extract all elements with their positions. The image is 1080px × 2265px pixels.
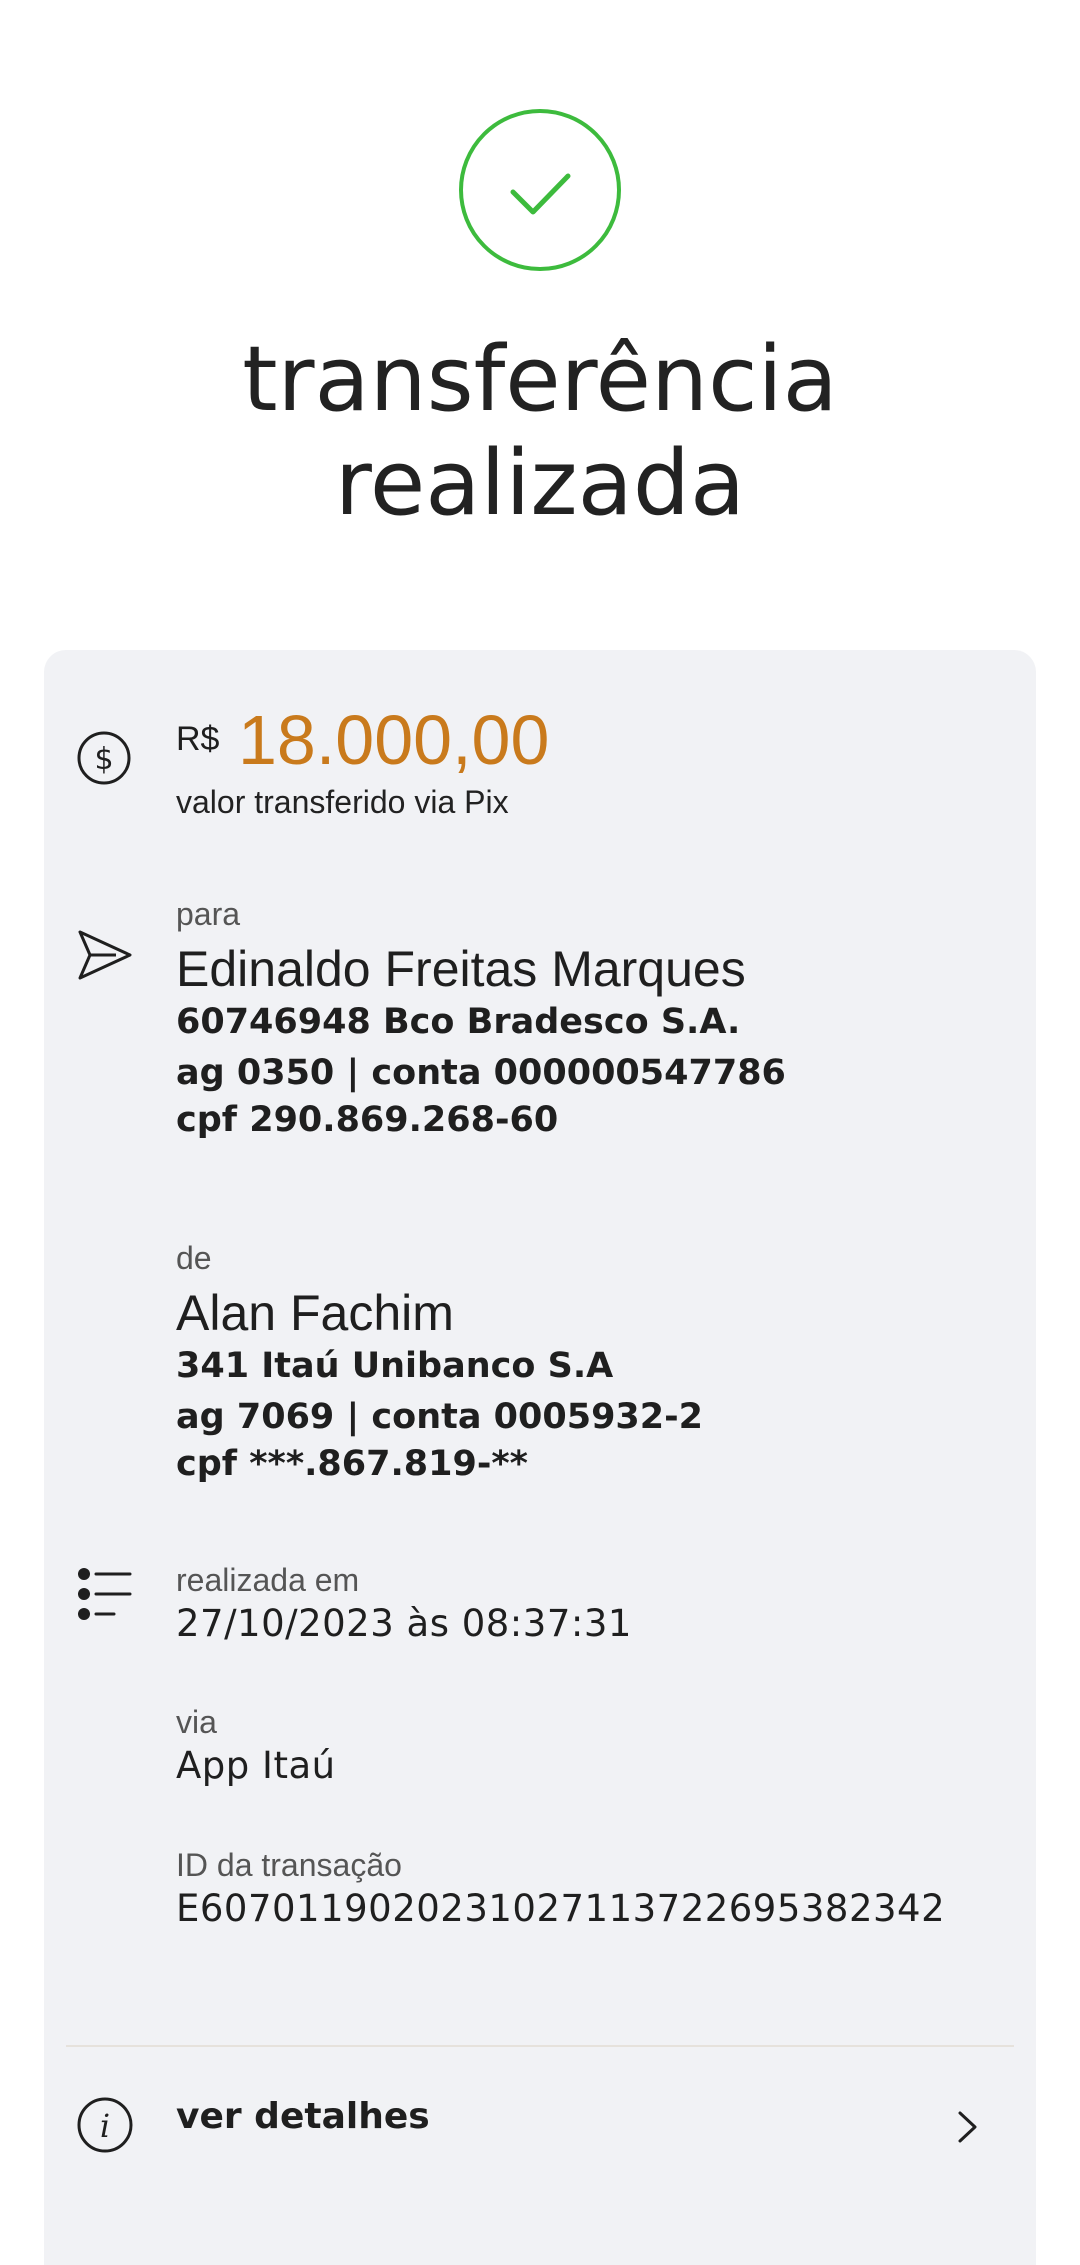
send-icon — [78, 930, 132, 980]
via-value: App Itaú — [176, 1744, 336, 1787]
recipient-label: para — [176, 896, 241, 932]
date-label: realizada em — [176, 1562, 360, 1598]
transaction-id-label: ID da transação — [176, 1847, 402, 1883]
recipient-name: Edinaldo Freitas Marques — [176, 941, 746, 997]
recipient-bank: 60746948 Bco Bradesco S.A. — [176, 1002, 741, 1042]
view-details-button[interactable]: i ver detalhes — [44, 2048, 1036, 2208]
receipt-card: $ R$ 18.000,00 valor transferido via Pix… — [44, 650, 1036, 2265]
svg-text:$: $ — [94, 742, 113, 777]
recipient-account: ag 0350 | conta 000000547786 — [176, 1053, 786, 1093]
dollar-circle-icon: $ — [77, 731, 131, 785]
transaction-id-value: E60701190202310271137226953823​42 — [176, 1887, 946, 1930]
info-icon: i — [77, 2097, 133, 2153]
view-details-label: ver detalhes — [176, 2096, 430, 2137]
via-label: via — [176, 1704, 217, 1740]
sender-cpf: cpf ***.867.819-** — [176, 1444, 528, 1484]
recipient-cpf: cpf 290.869.268-60 — [176, 1100, 559, 1140]
title-line-1: transferência — [242, 327, 838, 432]
title-line-2: realizada — [334, 431, 746, 536]
sender-account: ag 7069 | conta 0005932-2 — [176, 1397, 704, 1437]
chevron-right-icon — [958, 2111, 977, 2143]
date-value: 27/10/2023 às 08:37:31 — [176, 1602, 632, 1645]
amount-caption: valor transferido via Pix — [176, 784, 509, 820]
list-icon — [78, 1568, 132, 1620]
svg-text:i: i — [100, 2107, 110, 2145]
divider — [66, 2045, 1014, 2047]
page-title: transferência realizada — [0, 328, 1080, 536]
check-circle-icon — [459, 109, 621, 271]
sender-name: Alan Fachim — [176, 1285, 454, 1341]
amount-currency: R$ — [176, 720, 220, 758]
amount-value: 18.000,00 — [238, 701, 550, 779]
sender-bank: 341 Itaú Unibanco S.A — [176, 1346, 614, 1386]
sender-label: de — [176, 1240, 212, 1276]
